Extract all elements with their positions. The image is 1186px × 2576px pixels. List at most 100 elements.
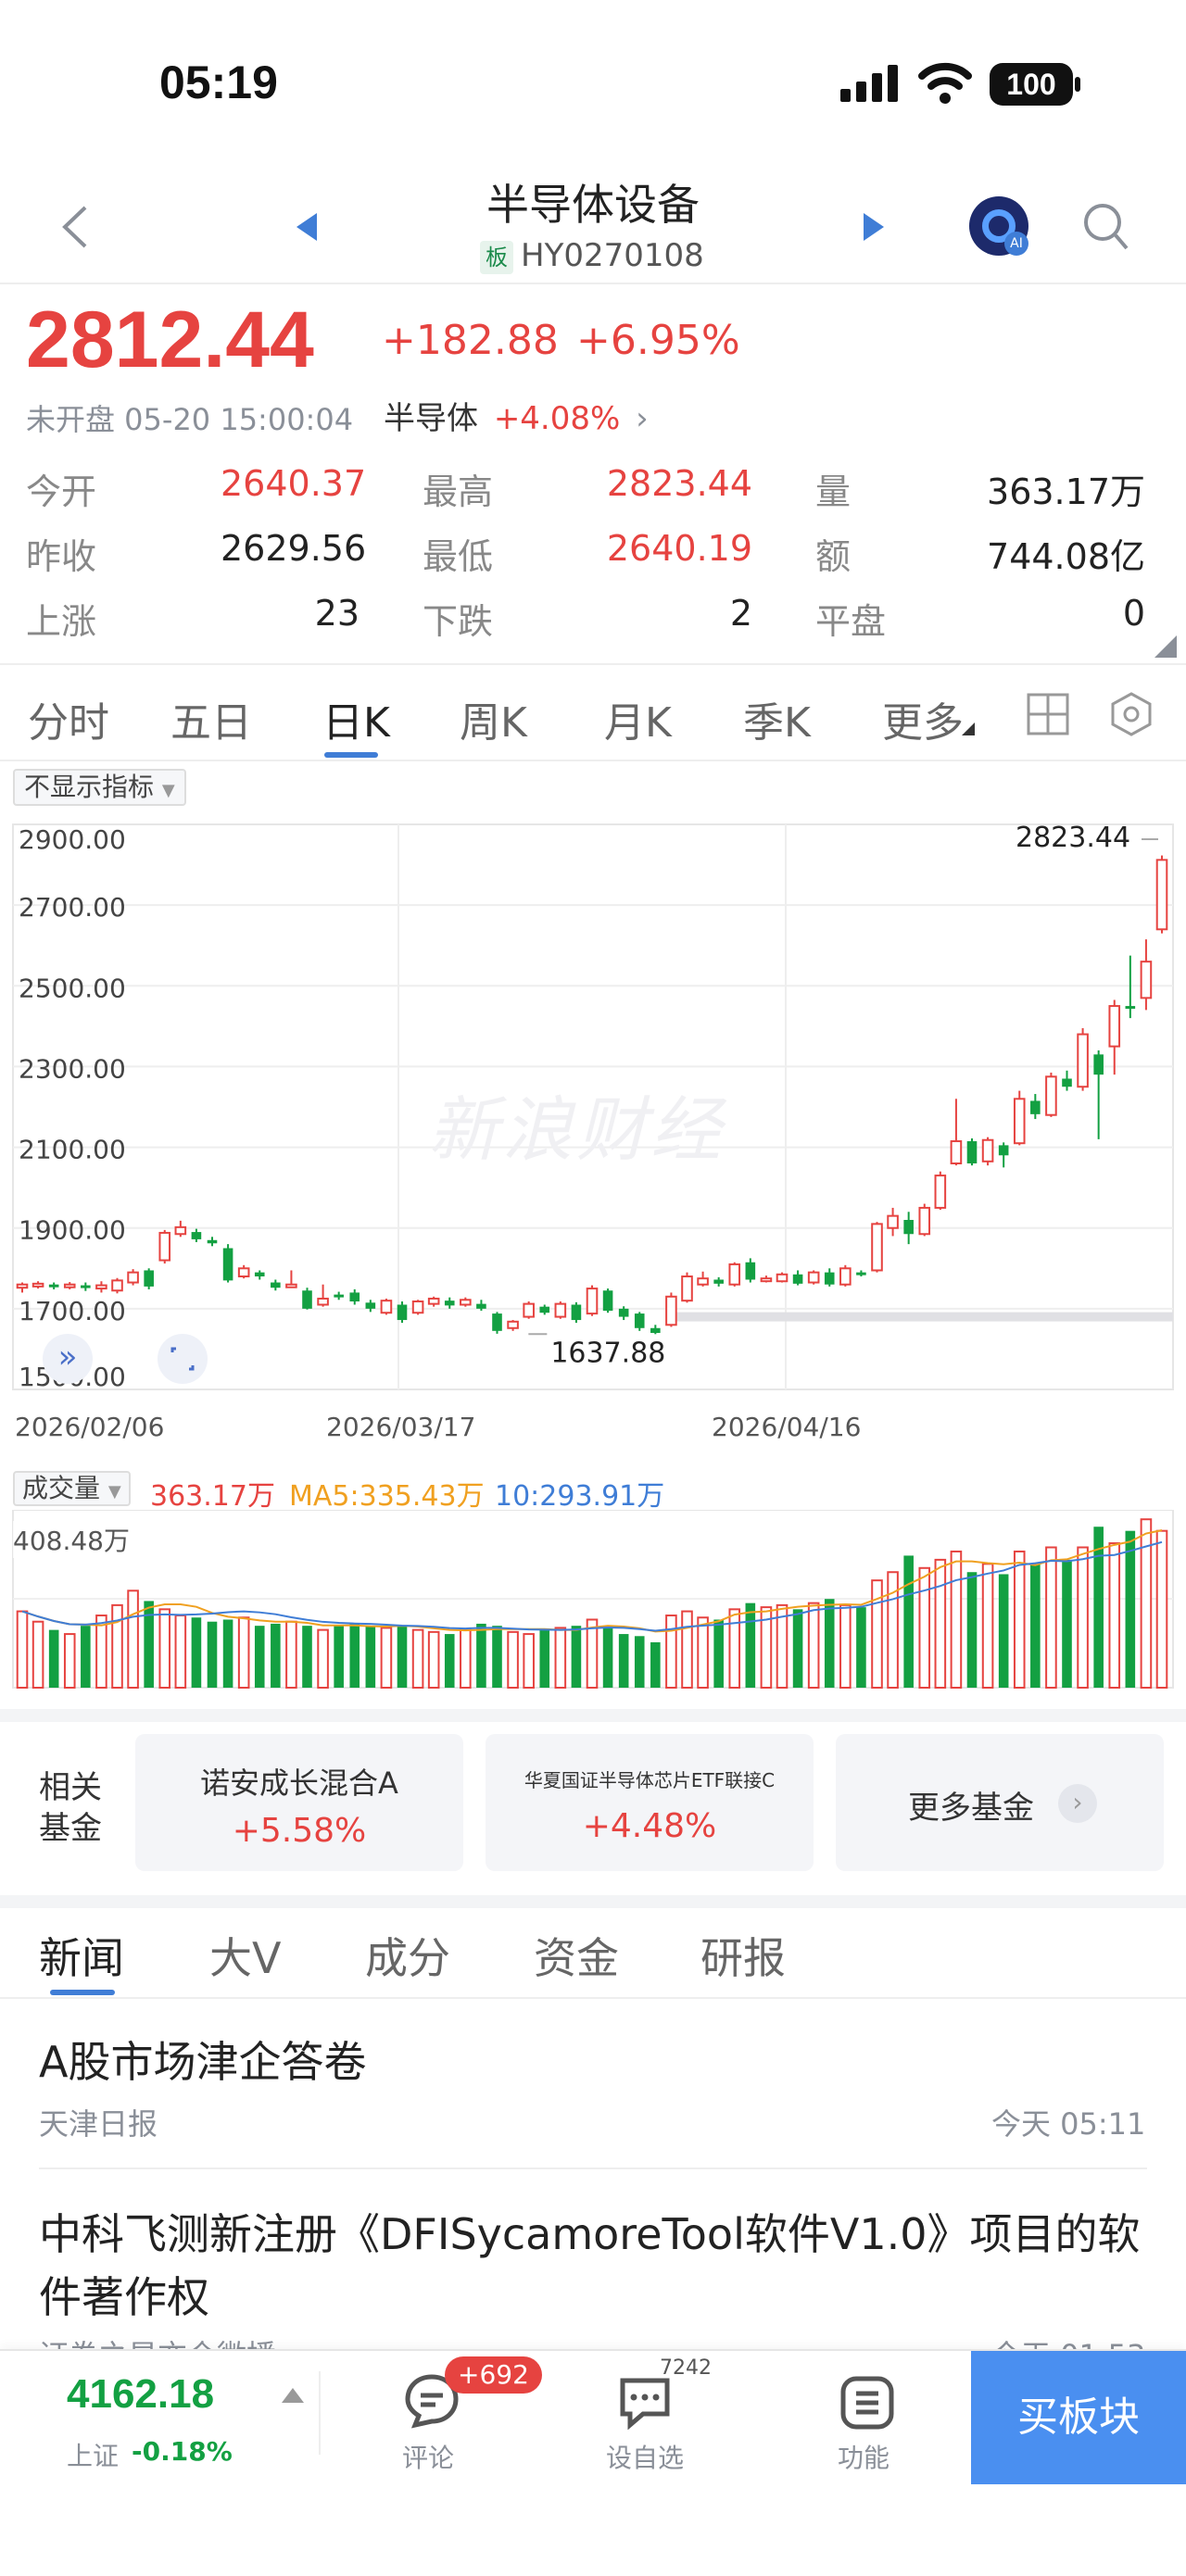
fund-card[interactable]: 华夏国证半导体芯片ETF联接C +4.48% (486, 1734, 814, 1871)
candle (713, 1276, 724, 1287)
add-watchlist-button[interactable]: 7242 设自选 (593, 2356, 713, 2473)
price-change: +182.88 (382, 317, 559, 364)
candle (1013, 1090, 1026, 1146)
candle (460, 1297, 472, 1307)
volume-bar (111, 1603, 123, 1689)
stat-label: 今开 (26, 471, 97, 512)
index-value[interactable]: 4162.18 (67, 2371, 214, 2418)
ai-assistant-icon[interactable]: AI (969, 196, 1028, 256)
chevron-right-icon: › (636, 400, 649, 437)
index-toggle-icon[interactable] (282, 2388, 304, 2403)
candle (1108, 999, 1121, 1075)
sector-badge: 板 (480, 241, 513, 274)
candle (95, 1281, 107, 1293)
volume-bar (302, 1626, 312, 1688)
stat-value: 2629.56 (221, 528, 367, 569)
volume-bar (397, 1626, 408, 1688)
stat-label: 额 (815, 536, 852, 577)
prev-stock-icon[interactable] (295, 211, 319, 243)
layout-grid-icon[interactable] (1027, 693, 1069, 735)
volume-max: 408.48万 (13, 1521, 130, 1558)
volume-bar (271, 1623, 281, 1688)
more-funds-button[interactable]: 更多基金 › (836, 1734, 1164, 1871)
candle (903, 1212, 914, 1245)
stat-label: 最高 (423, 471, 494, 512)
volume-bar (174, 1615, 187, 1689)
chart-scroll-bar[interactable] (673, 1312, 1173, 1322)
volume-bar (1125, 1530, 1136, 1688)
candle (981, 1137, 994, 1166)
volume-bar (32, 1620, 44, 1689)
volume-ma5: MA5:335.43万 (289, 1480, 485, 1513)
volume-bar (745, 1602, 756, 1688)
volume-current: 363.17万 (150, 1480, 275, 1513)
volume-bar (618, 1634, 629, 1688)
expand-corner-icon[interactable] (1154, 635, 1177, 658)
parent-sector[interactable]: 半导体 +4.08% › (384, 393, 649, 438)
volume-bar (539, 1629, 550, 1688)
tab-4[interactable]: 月K (604, 689, 672, 748)
tab-6[interactable]: 更多 (882, 689, 964, 748)
volume-indicator-select[interactable]: 成交量 ▼ (13, 1471, 131, 1506)
news-tab-3[interactable]: 资金 (534, 1925, 619, 1986)
candle (191, 1228, 202, 1242)
tab-5[interactable]: 季K (743, 689, 811, 748)
news-tab-0[interactable]: 新闻 (39, 1925, 124, 1986)
candle (918, 1203, 931, 1237)
candle (966, 1137, 978, 1166)
search-icon[interactable] (1082, 202, 1130, 254)
tab-1[interactable]: 五日 (170, 689, 252, 748)
volume-bar (634, 1636, 645, 1688)
news-source: 天津日报 (39, 2106, 158, 2142)
candle (792, 1270, 803, 1286)
divider (0, 283, 1186, 284)
watchlist-icon (620, 2378, 670, 2431)
volume-bar (460, 1628, 472, 1689)
buy-sector-button[interactable]: 买板块 (971, 2351, 1186, 2484)
functions-button[interactable]: 功能 (815, 2362, 927, 2473)
tab-active-indicator (324, 752, 378, 758)
news-tab-4[interactable]: 研报 (700, 1925, 786, 1986)
news-tab-1[interactable]: 大V (209, 1925, 281, 1986)
y-tick-label: 2700.00 (19, 892, 126, 923)
news-tab-2[interactable]: 成分 (365, 1925, 450, 1986)
candle (634, 1312, 645, 1331)
min-price-label: 1637.88 (550, 1337, 665, 1369)
dropdown-caret-icon: ▼ (161, 781, 175, 800)
candle (523, 1301, 535, 1319)
stat-label: 平盘 (815, 601, 887, 642)
volume-bar (1030, 1564, 1041, 1688)
fund-card[interactable]: 诺安成长混合A +5.58% (135, 1734, 463, 1871)
volume-bar (207, 1621, 218, 1688)
news-title[interactable]: 中科飞测新注册《DFISycamoreTool软件V1.0》项目的软件著作权 (39, 2203, 1151, 2329)
comment-badge: +692 (445, 2356, 542, 2394)
back-icon[interactable] (57, 204, 91, 250)
candle (934, 1171, 947, 1211)
stat-value: 23 (314, 593, 360, 634)
chart-watermark: 新浪财经 (428, 1088, 725, 1171)
tab-0[interactable]: 分时 (28, 689, 109, 748)
candle (411, 1300, 424, 1315)
tab-3[interactable]: 周K (460, 689, 527, 748)
chart-expand-button[interactable]: » (43, 1334, 93, 1384)
candle (271, 1279, 281, 1291)
candle (776, 1272, 789, 1283)
home-indicator (0, 2501, 1186, 2576)
volume-bar (1155, 1529, 1168, 1689)
volume-bar (16, 1610, 29, 1689)
candle (158, 1229, 171, 1264)
volume-bar (444, 1634, 455, 1688)
candle (207, 1237, 218, 1247)
volume-chart (12, 1510, 1174, 1690)
stat-label: 量 (815, 471, 852, 512)
indicator-select[interactable]: 不显示指标 ▼ (13, 769, 186, 806)
comment-button[interactable]: +692 评论 (380, 2356, 542, 2473)
tab-2[interactable]: 日K (322, 689, 390, 748)
status-time: 05:19 (159, 57, 278, 108)
volume-bar (492, 1626, 502, 1688)
settings-hexagon-icon[interactable] (1108, 691, 1154, 737)
candle (254, 1270, 265, 1280)
volume-bar (523, 1633, 535, 1689)
chart-fullscreen-button[interactable] (158, 1334, 208, 1384)
next-stock-icon[interactable] (862, 211, 886, 243)
